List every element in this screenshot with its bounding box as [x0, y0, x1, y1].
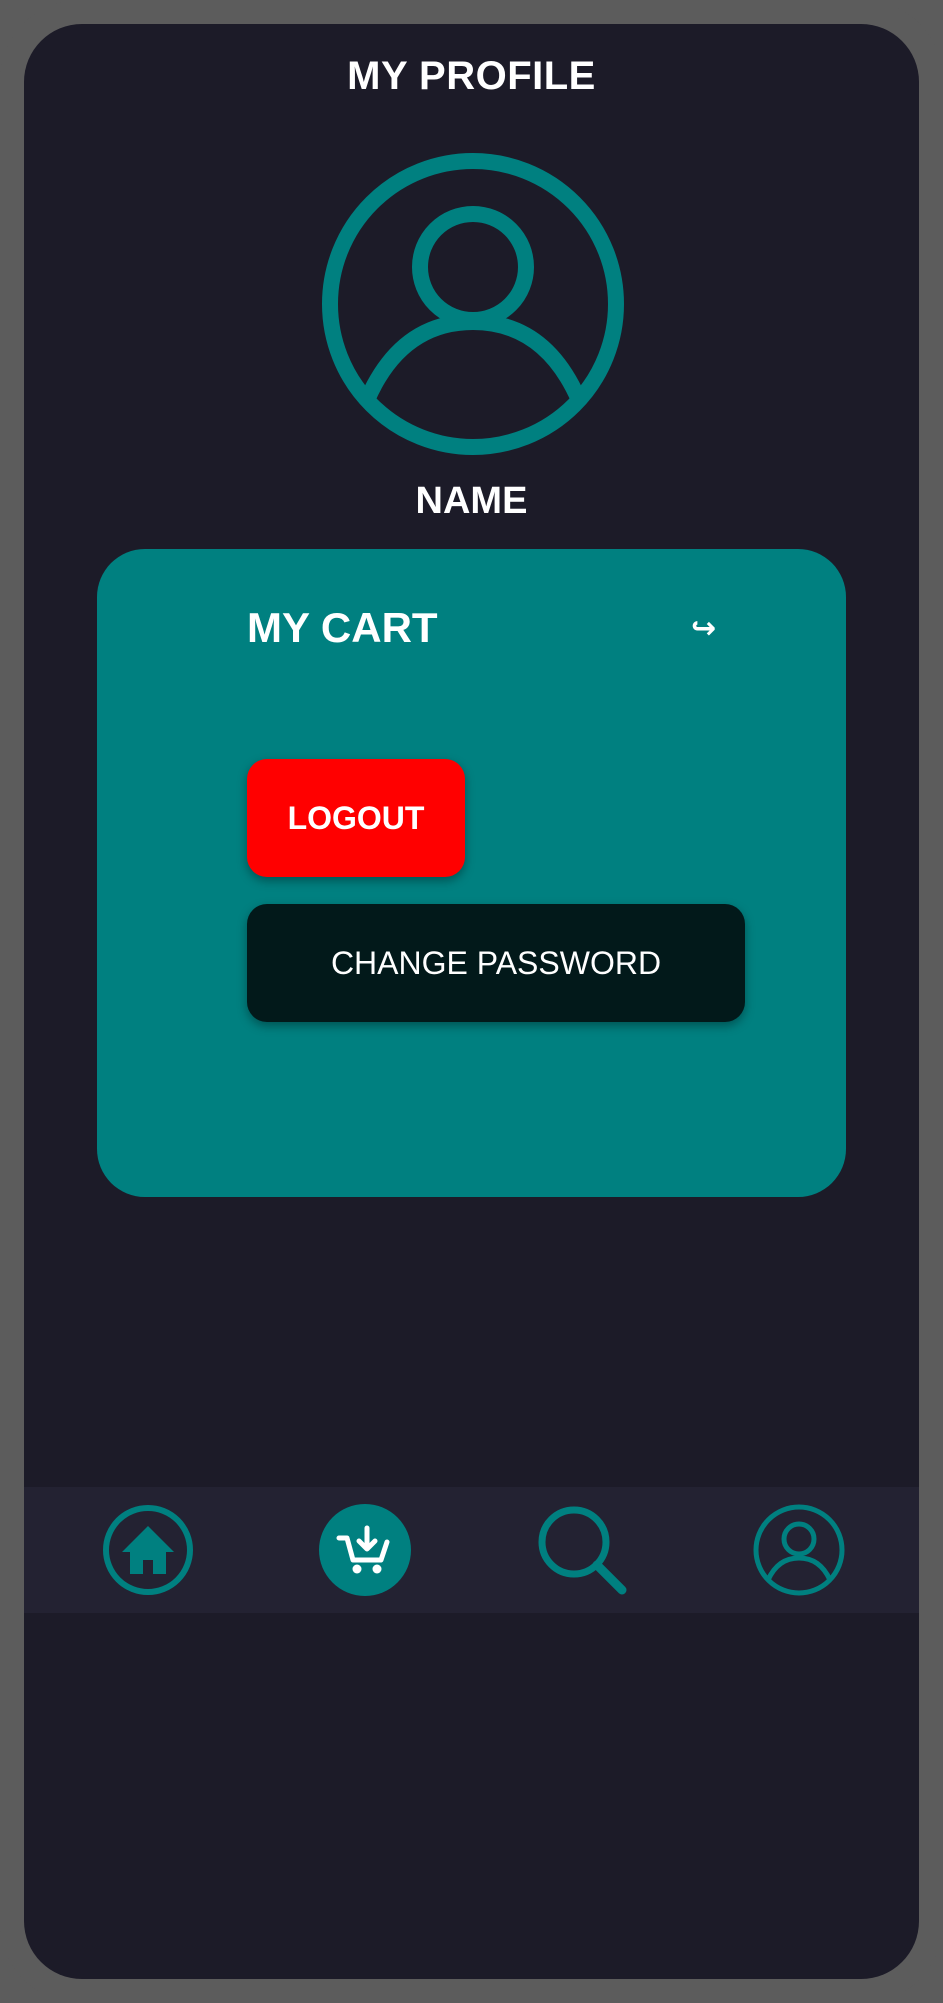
logout-button[interactable]: LOGOUT [247, 759, 465, 877]
page-title: MY PROFILE [347, 54, 596, 98]
profile-actions-card: MY CART ↪ LOGOUT CHANGE PASSWORD [97, 549, 846, 1197]
profile-icon [753, 1504, 845, 1596]
nav-cart[interactable] [317, 1502, 413, 1598]
cart-download-icon [319, 1504, 411, 1596]
nav-search[interactable] [534, 1502, 630, 1598]
change-password-button[interactable]: CHANGE PASSWORD [247, 904, 745, 1022]
cart-arrow-icon[interactable]: ↪ [691, 611, 716, 646]
my-cart-link[interactable]: MY CART [247, 604, 438, 652]
profile-screen: MY PROFILE NAME MY CART ↪ LOGOUT CHANGE … [24, 24, 919, 1979]
search-icon [538, 1506, 627, 1595]
user-circle-icon [321, 152, 625, 456]
phone-frame: MY PROFILE NAME MY CART ↪ LOGOUT CHANGE … [0, 0, 943, 2003]
home-icon [103, 1505, 193, 1595]
nav-home[interactable] [100, 1502, 196, 1598]
user-name: NAME [415, 480, 528, 522]
bottom-navigation [24, 1487, 919, 1613]
nav-profile[interactable] [751, 1502, 847, 1598]
